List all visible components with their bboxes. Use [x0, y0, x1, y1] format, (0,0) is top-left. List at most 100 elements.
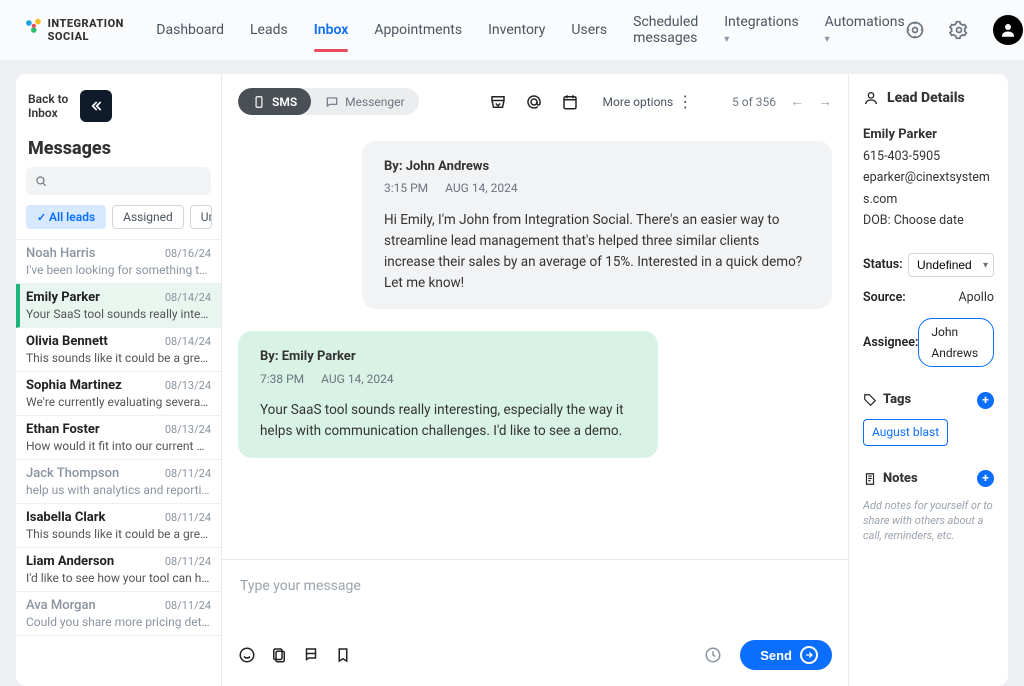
source-value: Apollo: [958, 287, 994, 308]
lead-email: eparker@cinextsystems.com: [863, 167, 994, 210]
message-author: By: John Andrews: [384, 157, 810, 177]
toolbar-icons: More options ⋮: [489, 93, 694, 111]
nav-items: Dashboard Leads Inbox Appointments Inven…: [156, 14, 904, 46]
notes-hint: Add notes for yourself or to share with …: [863, 498, 994, 544]
lead-item-name: Ethan Foster: [26, 422, 100, 437]
pager-next[interactable]: →: [818, 93, 832, 110]
brand-logo-mark: [24, 16, 44, 44]
nav-scheduled-messages[interactable]: Scheduled messages: [633, 14, 698, 46]
lead-details-panel: Lead Details Emily Parker 615-403-5905 e…: [848, 74, 1008, 686]
lead-item-name: Emily Parker: [26, 290, 100, 305]
lead-item-date: 08/14/24: [165, 335, 211, 348]
search-icon: [34, 174, 48, 188]
lead-item-preview: Could you share more pricing deta…: [26, 615, 211, 629]
back-to-inbox[interactable]: Back toInbox: [16, 74, 221, 134]
message-author: By: Emily Parker: [260, 347, 636, 367]
message-date: AUG 14, 2024: [445, 181, 517, 195]
add-note-button[interactable]: +: [977, 470, 994, 487]
nav-inventory[interactable]: Inventory: [488, 22, 545, 38]
assignee-label: Assignee:: [863, 332, 918, 353]
lead-item-name: Liam Anderson: [26, 554, 114, 569]
send-button[interactable]: Send: [740, 640, 832, 670]
gear-icon[interactable]: [949, 20, 969, 40]
bookmark-icon[interactable]: [334, 646, 352, 664]
brand-logo[interactable]: INTEGRATION SOCIAL: [24, 16, 132, 44]
message-body: Hi Emily, I'm John from Integration Soci…: [384, 210, 810, 294]
nav-leads[interactable]: Leads: [250, 22, 288, 38]
lead-item[interactable]: Isabella Clark08/11/24This sounds like i…: [16, 504, 221, 548]
lead-name: Emily Parker: [863, 124, 994, 146]
schedule-icon[interactable]: [704, 646, 722, 664]
tag-pill[interactable]: August blast: [863, 419, 948, 445]
lead-item-name: Noah Harris: [26, 246, 96, 261]
more-options[interactable]: More options ⋮: [603, 94, 694, 110]
conversation-toolbar: SMS Messenger More options ⋮ 5 of 356 ←: [222, 74, 848, 121]
help-icon[interactable]: [905, 20, 925, 40]
lead-item[interactable]: Noah Harris08/16/24I've been looking for…: [16, 240, 221, 284]
archive-icon[interactable]: [489, 93, 507, 111]
nav-integrations[interactable]: Integrations: [724, 14, 798, 46]
message-outbound: By: Emily Parker 7:38 PM AUG 14, 2024 Yo…: [238, 331, 658, 458]
person-icon: [863, 90, 879, 106]
add-tag-button[interactable]: +: [977, 392, 994, 409]
pager-prev[interactable]: ←: [790, 93, 804, 110]
search-input[interactable]: [26, 167, 211, 195]
avatar[interactable]: [993, 15, 1023, 45]
lead-item[interactable]: Liam Anderson08/11/24I'd like to see how…: [16, 548, 221, 592]
sidebar: Back toInbox Messages All leads Assigned…: [16, 74, 222, 686]
message-date: AUG 14, 2024: [321, 372, 393, 386]
tags-header: Tags: [863, 389, 911, 411]
lead-item-preview: We're currently evaluating several…: [26, 395, 211, 409]
lead-item-name: Jack Thompson: [26, 466, 119, 481]
message-time: 7:38 PM: [260, 372, 304, 386]
phone-icon: [252, 95, 266, 109]
lead-dob[interactable]: DOB: Choose date: [863, 210, 994, 231]
channel-segment: SMS Messenger: [238, 88, 419, 115]
nav-appointments[interactable]: Appointments: [374, 22, 462, 38]
attachment-icon[interactable]: [270, 646, 288, 664]
lead-item[interactable]: Ava Morgan08/11/24Could you share more p…: [16, 592, 221, 636]
message-input[interactable]: Type your message: [238, 574, 832, 622]
nav-dashboard[interactable]: Dashboard: [156, 22, 224, 38]
status-select[interactable]: Undefined: [908, 253, 994, 277]
lead-item[interactable]: Ethan Foster08/13/24How would it fit int…: [16, 416, 221, 460]
filter-row: All leads Assigned Unassigned: [16, 205, 221, 239]
lead-item-name: Isabella Clark: [26, 510, 105, 525]
composer-left-icons: [238, 646, 352, 664]
message-time: 3:15 PM: [384, 181, 428, 195]
messages-title: Messages: [16, 134, 221, 167]
back-button[interactable]: [80, 90, 112, 122]
filter-all-leads[interactable]: All leads: [26, 205, 106, 229]
calendar-icon[interactable]: [561, 93, 579, 111]
lead-item[interactable]: Jack Thompson08/11/24help us with analyt…: [16, 460, 221, 504]
lead-contact-block: Emily Parker 615-403-5905 eparker@cinext…: [863, 124, 994, 231]
lead-item-name: Ava Morgan: [26, 598, 96, 613]
notes-icon: [863, 472, 877, 486]
emoji-icon[interactable]: [238, 646, 256, 664]
channel-messenger-label: Messenger: [345, 95, 404, 109]
lead-list[interactable]: Noah Harris08/16/24I've been looking for…: [16, 239, 221, 686]
notes-header: Notes: [863, 468, 918, 490]
nav-inbox[interactable]: Inbox: [314, 22, 349, 38]
filter-unassigned[interactable]: Unassigned: [190, 205, 212, 229]
lead-phone: 615-403-5905: [863, 146, 994, 167]
lead-item-preview: How would it fit into our current pr…: [26, 439, 211, 453]
nav-automations[interactable]: Automations: [825, 14, 905, 46]
lead-item[interactable]: Sophia Martinez08/13/24We're currently e…: [16, 372, 221, 416]
lead-item[interactable]: Emily Parker08/14/24Your SaaS tool sound…: [16, 284, 221, 328]
channel-sms[interactable]: SMS: [238, 88, 311, 115]
filter-assigned[interactable]: Assigned: [112, 205, 184, 229]
lead-details-header: Lead Details: [863, 90, 994, 106]
lead-item-preview: help us with analytics and reporti…: [26, 483, 211, 497]
assignee-value[interactable]: John Andrews: [918, 318, 994, 367]
back-to-inbox-label: Back toInbox: [28, 92, 68, 121]
lead-item[interactable]: Olivia Bennett08/14/24This sounds like i…: [16, 328, 221, 372]
mention-icon[interactable]: [525, 93, 543, 111]
template-icon[interactable]: [302, 646, 320, 664]
channel-messenger[interactable]: Messenger: [311, 88, 418, 115]
more-options-label: More options: [603, 95, 674, 109]
nav-users[interactable]: Users: [571, 22, 607, 38]
message-inbound: By: John Andrews 3:15 PM AUG 14, 2024 Hi…: [362, 141, 832, 309]
nav-right: [905, 15, 1023, 45]
channel-sms-label: SMS: [272, 95, 297, 109]
